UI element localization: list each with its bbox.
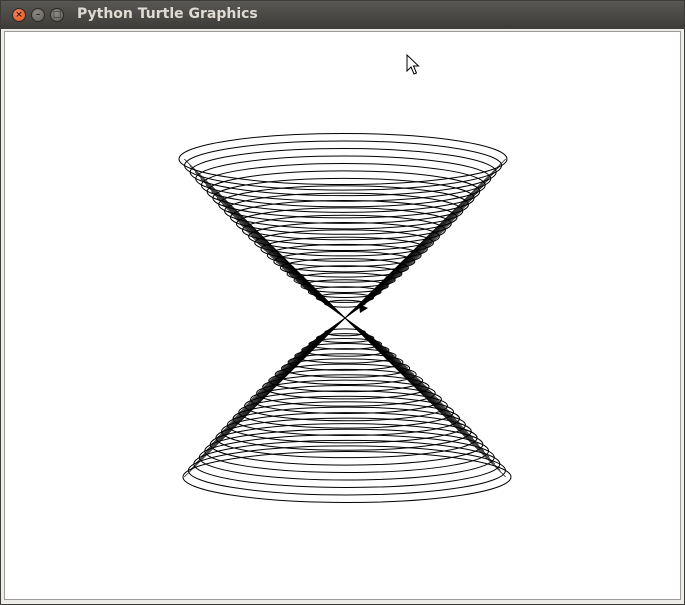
turtle-drawing — [178, 133, 512, 503]
maximize-icon: □ — [52, 10, 62, 20]
upper-lobe-stroke — [184, 158, 346, 319]
turtle-canvas[interactable] — [4, 31, 681, 600]
minimize-icon: – — [35, 10, 41, 20]
upper-lobe-ellipse — [260, 236, 428, 262]
window-title: Python Turtle Graphics — [77, 6, 258, 22]
lower-lobe-ellipse — [262, 374, 430, 400]
lower-lobe-stroke — [344, 317, 506, 478]
upper-lobe-ellipse — [206, 170, 481, 213]
turtle-window: × – □ Python Turtle Graphics — [0, 0, 685, 605]
minimize-button[interactable]: – — [31, 8, 45, 22]
upper-lobe-ellipse — [254, 229, 434, 257]
close-icon: × — [15, 10, 23, 20]
lower-lobe-ellipse — [209, 423, 484, 466]
lower-lobe-ellipse — [256, 379, 436, 407]
arrow-pointer-icon — [406, 54, 420, 75]
maximize-button[interactable]: □ — [50, 8, 64, 22]
close-button[interactable]: × — [12, 8, 26, 22]
title-bar[interactable]: × – □ Python Turtle Graphics — [1, 1, 684, 29]
